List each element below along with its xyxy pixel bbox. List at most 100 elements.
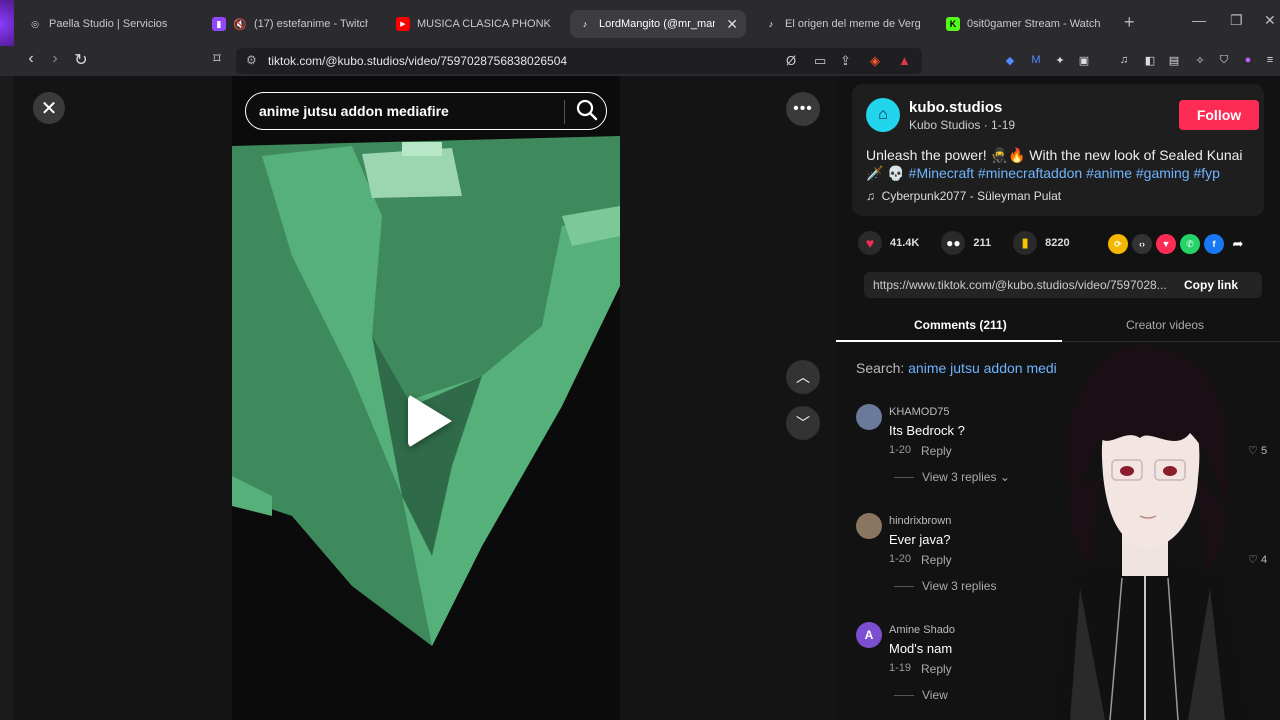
tab-comments[interactable]: Comments (211) [914, 318, 1007, 332]
view-replies-label: View 3 replies [922, 579, 997, 593]
video-stage: ✕ anime jutsu addon mediafire ••• ︿ ﹀ [14, 76, 836, 720]
embed-icon[interactable]: ‹› [1132, 234, 1152, 254]
twitch-icon: ▮ [212, 17, 226, 31]
muted-speaker-icon[interactable]: 🔇 [233, 17, 247, 31]
view-replies-button[interactable]: View [894, 688, 948, 702]
extension-m-icon[interactable]: M [1028, 52, 1044, 68]
tab-twitch[interactable]: ▮ 🔇 (17) estefanime - Twitch [204, 10, 376, 38]
comment-icon[interactable]: ●● [941, 231, 966, 255]
site-settings-icon[interactable]: ⚙ [246, 53, 257, 67]
reply-button[interactable]: Reply [921, 662, 952, 676]
tab-tiktok-active[interactable]: ♪ LordMangito (@mr_mangit ✕ [570, 10, 746, 38]
tab-vergil[interactable]: ♪ El origen del meme de Vergil en [756, 10, 928, 38]
menu-icon[interactable]: ≡ [1262, 52, 1278, 68]
close-video-button[interactable]: ✕ [33, 92, 65, 124]
forward-icon[interactable]: › [44, 50, 66, 68]
search-icon[interactable] [575, 98, 599, 122]
author-card: ⌂ kubo.studios Kubo Studios · 1-19 Follo… [852, 84, 1264, 216]
whatsapp-icon[interactable]: ✆ [1180, 234, 1200, 254]
comment-user[interactable]: Amine Shado [889, 624, 955, 636]
streamer-avatar-overlay [1050, 344, 1250, 720]
globe-icon: ◎ [31, 18, 39, 29]
tiktok-icon: ♪ [768, 19, 774, 29]
window-close-icon[interactable]: ✕ [1264, 12, 1276, 29]
send-icon[interactable]: ▼ [1156, 234, 1176, 254]
save-count: 8220 [1045, 237, 1070, 249]
share-icon[interactable]: ⇪ [840, 53, 851, 69]
music-title[interactable]: Cyberpunk2077 - Süleyman Pulat [882, 189, 1061, 203]
play-icon[interactable] [408, 394, 452, 448]
vpn-icon[interactable]: ⛉ [1216, 52, 1232, 68]
leo-ai-icon[interactable]: ✧ [1192, 52, 1208, 68]
minimize-icon[interactable]: — [1192, 12, 1206, 28]
follow-button[interactable]: Follow [1179, 100, 1259, 130]
music-link[interactable]: ♫ Cyberpunk2077 - Süleyman Pulat [866, 189, 1061, 203]
profile-icon[interactable]: ● [1240, 52, 1256, 68]
new-tab-icon[interactable]: + [1124, 12, 1135, 33]
reply-button[interactable]: Reply [921, 444, 952, 458]
tab-title: Paella Studio | Servicios [49, 18, 168, 30]
save-stat[interactable]: ▮ 8220 [1013, 231, 1070, 255]
share-buttons: ⟳ ‹› ▼ ✆ f ➦ [1108, 234, 1248, 254]
hashtags[interactable]: #Minecraft #minecraftaddon #anime #gamin… [909, 165, 1220, 181]
tab-kick[interactable]: K 0sit0gamer Stream - Watch Live [938, 10, 1110, 38]
chevron-down-icon: ﹀ [796, 415, 810, 431]
tab-title: MUSICA CLASICA PHONK - You [417, 18, 552, 30]
author-avatar[interactable]: ⌂ [866, 98, 900, 132]
tab-creator-videos[interactable]: Creator videos [1126, 318, 1204, 332]
brave-shield-icon[interactable]: ◈ [870, 53, 880, 69]
view-replies-button[interactable]: View 3 replies [894, 579, 996, 593]
restore-icon[interactable]: ❐ [1230, 12, 1243, 29]
reload-icon[interactable]: ↻ [70, 50, 92, 70]
comment-count: 211 [973, 237, 992, 249]
cast-icon[interactable]: ▭ [814, 53, 826, 69]
repost-icon[interactable]: ⟳ [1108, 234, 1128, 254]
video-link[interactable]: https://www.tiktok.com/@kubo.studios/vid… [873, 278, 1179, 292]
avatar[interactable]: A [856, 622, 882, 648]
tab-title: LordMangito (@mr_mangit [599, 18, 715, 30]
tab-paella[interactable]: ◎ Paella Studio | Servicios [20, 10, 192, 38]
view-replies-button[interactable]: View 3 replies ⌄ [894, 470, 1010, 484]
engagement-stats: ♥ 41.4K ●● 211 ▮ 8220 [858, 231, 1092, 255]
extensions-puzzle-icon[interactable]: ✦ [1052, 52, 1068, 68]
share-arrow-icon[interactable]: ➦ [1228, 234, 1248, 254]
tiktok-icon: ♪ [582, 19, 588, 29]
music-icon[interactable]: ♫ [1116, 52, 1132, 68]
author-username[interactable]: kubo.studios [909, 99, 1002, 116]
brave-rewards-icon[interactable]: ▲ [898, 53, 911, 68]
comment-user[interactable]: hindrixbrown [889, 515, 951, 527]
music-note-icon: ♫ [866, 189, 875, 203]
browser-toolbar: ‹ › ↻ ⌑ ⚙ tiktok.com/@kubo.studios/video… [0, 46, 1280, 76]
like-stat[interactable]: ♥ 41.4K [858, 231, 919, 255]
heart-icon[interactable]: ♥ [858, 231, 882, 255]
sidebar-icon[interactable]: ◧ [1142, 52, 1158, 68]
bookmark-icon[interactable]: ▮ [1013, 231, 1038, 255]
avatar[interactable] [856, 404, 882, 430]
more-options-button[interactable]: ••• [786, 92, 820, 126]
reply-button[interactable]: Reply [921, 553, 952, 567]
facebook-icon[interactable]: f [1204, 234, 1224, 254]
close-tab-icon[interactable]: ✕ [726, 16, 738, 33]
search-prefix: Search: [856, 360, 909, 376]
comment-stat[interactable]: ●● 211 [941, 231, 991, 255]
copy-link-button[interactable]: Copy link [1184, 278, 1238, 292]
avatar[interactable] [856, 513, 882, 539]
tab-title: El origen del meme de Vergil en [785, 18, 920, 30]
wallet-icon[interactable]: ▤ [1166, 52, 1182, 68]
bookmark-icon[interactable]: ⌑ [206, 50, 228, 67]
extension-shield-icon[interactable]: ◆ [1002, 52, 1018, 68]
comment-text: Ever java? [889, 532, 951, 547]
no-tracking-icon[interactable]: Ø [786, 53, 796, 68]
previous-video-button[interactable]: ︿ [786, 360, 820, 394]
search-query[interactable]: anime jutsu addon mediafire [259, 103, 449, 119]
url-text[interactable]: tiktok.com/@kubo.studios/video/759702875… [268, 54, 567, 68]
next-video-button[interactable]: ﹀ [786, 406, 820, 440]
address-bar[interactable]: ⚙ tiktok.com/@kubo.studios/video/7597028… [236, 48, 922, 74]
tab-youtube[interactable]: ▶ MUSICA CLASICA PHONK - You [388, 10, 560, 38]
video-search-box[interactable]: anime jutsu addon mediafire [245, 92, 607, 130]
back-icon[interactable]: ‹ [20, 50, 42, 68]
youtube-icon: ▶ [396, 17, 410, 31]
author-meta: Kubo Studios · 1-19 [909, 118, 1016, 132]
screenshot-icon[interactable]: ▣ [1076, 52, 1092, 68]
comment-user[interactable]: KHAMOD75 [889, 406, 950, 418]
